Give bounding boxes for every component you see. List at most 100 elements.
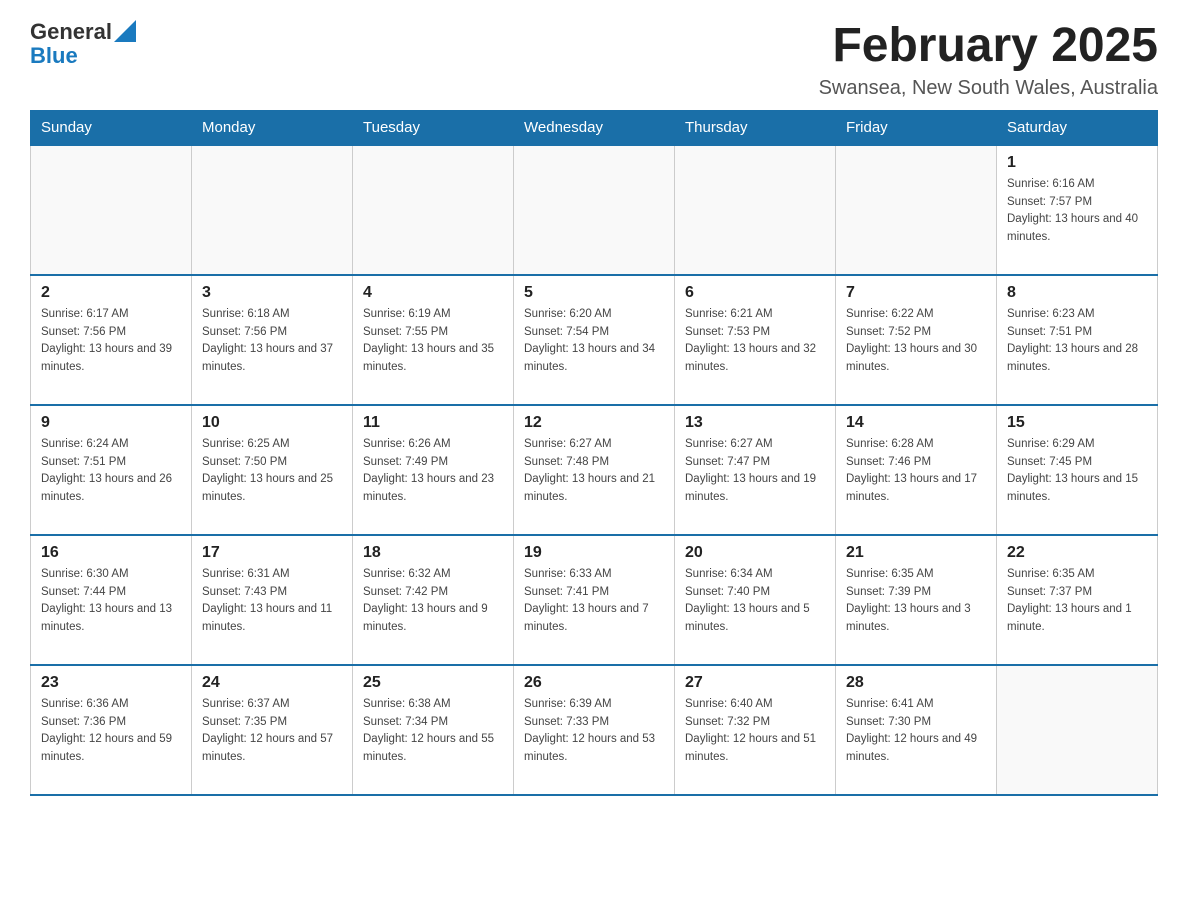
day-info: Sunrise: 6:24 AMSunset: 7:51 PMDaylight:… — [41, 436, 181, 507]
day-info: Sunrise: 6:35 AMSunset: 7:39 PMDaylight:… — [846, 566, 986, 637]
calendar-cell: 14 Sunrise: 6:28 AMSunset: 7:46 PMDayligh… — [836, 405, 997, 535]
calendar-cell — [836, 145, 997, 275]
calendar-cell: 26Sunrise: 6:39 AMSunset: 7:33 PMDayligh… — [514, 665, 675, 795]
calendar-cell: 20 Sunrise: 6:34 AMSunset: 7:40 PMDayligh… — [675, 535, 836, 665]
calendar-cell — [192, 145, 353, 275]
day-number: 23 — [41, 674, 181, 692]
week-row-4: 16 Sunrise: 6:30 AMSunset: 7:44 PMDayligh… — [31, 535, 1158, 665]
calendar-cell: 10 Sunrise: 6:25 AMSunset: 7:50 PMDayligh… — [192, 405, 353, 535]
calendar-cell: 9Sunrise: 6:24 AMSunset: 7:51 PMDaylight… — [31, 405, 192, 535]
calendar-cell: 15 Sunrise: 6:29 AMSunset: 7:45 PMDayligh… — [997, 405, 1158, 535]
day-info: Sunrise: 6:33 AMSunset: 7:41 PMDaylight:… — [524, 566, 664, 637]
weekday-header-monday: Monday — [192, 110, 353, 145]
day-info: Sunrise: 6:38 AMSunset: 7:34 PMDaylight:… — [363, 696, 503, 767]
day-info: Sunrise: 6:36 AMSunset: 7:36 PMDaylight:… — [41, 696, 181, 767]
calendar-cell: 22Sunrise: 6:35 AMSunset: 7:37 PMDayligh… — [997, 535, 1158, 665]
day-number: 24 — [202, 674, 342, 692]
calendar-cell: 23 Sunrise: 6:36 AMSunset: 7:36 PMDayligh… — [31, 665, 192, 795]
calendar-cell — [353, 145, 514, 275]
day-number: 3 — [202, 284, 342, 302]
day-number: 11 — [363, 414, 503, 432]
day-info: Sunrise: 6:25 AMSunset: 7:50 PMDaylight:… — [202, 436, 342, 507]
week-row-1: 1 Sunrise: 6:16 AMSunset: 7:57 PMDaylight… — [31, 145, 1158, 275]
weekday-header-saturday: Saturday — [997, 110, 1158, 145]
calendar-cell: 5 Sunrise: 6:20 AMSunset: 7:54 PMDaylight… — [514, 275, 675, 405]
calendar-cell: 27 Sunrise: 6:40 AMSunset: 7:32 PMDayligh… — [675, 665, 836, 795]
day-number: 26 — [524, 674, 664, 692]
calendar-cell: 17Sunrise: 6:31 AMSunset: 7:43 PMDayligh… — [192, 535, 353, 665]
calendar-cell — [514, 145, 675, 275]
day-number: 4 — [363, 284, 503, 302]
day-number: 20 — [685, 544, 825, 562]
day-info: Sunrise: 6:37 AMSunset: 7:35 PMDaylight:… — [202, 696, 342, 767]
location-title: Swansea, New South Wales, Australia — [819, 77, 1158, 100]
calendar-cell: 13 Sunrise: 6:27 AMSunset: 7:47 PMDayligh… — [675, 405, 836, 535]
day-number: 25 — [363, 674, 503, 692]
week-row-5: 23 Sunrise: 6:36 AMSunset: 7:36 PMDayligh… — [31, 665, 1158, 795]
calendar-cell — [997, 665, 1158, 795]
day-info: Sunrise: 6:16 AMSunset: 7:57 PMDaylight:… — [1007, 176, 1147, 247]
day-info: Sunrise: 6:19 AMSunset: 7:55 PMDaylight:… — [363, 306, 503, 377]
calendar-cell: 11 Sunrise: 6:26 AMSunset: 7:49 PMDayligh… — [353, 405, 514, 535]
day-info: Sunrise: 6:32 AMSunset: 7:42 PMDaylight:… — [363, 566, 503, 637]
day-number: 12 — [524, 414, 664, 432]
week-row-2: 2 Sunrise: 6:17 AMSunset: 7:56 PMDaylight… — [31, 275, 1158, 405]
day-number: 27 — [685, 674, 825, 692]
calendar-cell — [675, 145, 836, 275]
day-number: 13 — [685, 414, 825, 432]
day-info: Sunrise: 6:22 AMSunset: 7:52 PMDaylight:… — [846, 306, 986, 377]
day-info: Sunrise: 6:31 AMSunset: 7:43 PMDaylight:… — [202, 566, 342, 637]
day-number: 10 — [202, 414, 342, 432]
day-number: 18 — [363, 544, 503, 562]
day-info: Sunrise: 6:18 AMSunset: 7:56 PMDaylight:… — [202, 306, 342, 377]
calendar-cell: 2 Sunrise: 6:17 AMSunset: 7:56 PMDaylight… — [31, 275, 192, 405]
day-info: Sunrise: 6:34 AMSunset: 7:40 PMDaylight:… — [685, 566, 825, 637]
calendar-cell: 28Sunrise: 6:41 AMSunset: 7:30 PMDayligh… — [836, 665, 997, 795]
day-number: 1 — [1007, 154, 1147, 172]
day-info: Sunrise: 6:26 AMSunset: 7:49 PMDaylight:… — [363, 436, 503, 507]
day-info: Sunrise: 6:41 AMSunset: 7:30 PMDaylight:… — [846, 696, 986, 767]
day-number: 15 — [1007, 414, 1147, 432]
weekday-header-wednesday: Wednesday — [514, 110, 675, 145]
day-number: 7 — [846, 284, 986, 302]
month-title: February 2025 — [819, 20, 1158, 73]
calendar-cell: 8 Sunrise: 6:23 AMSunset: 7:51 PMDaylight… — [997, 275, 1158, 405]
logo-general: General — [30, 20, 112, 44]
day-info: Sunrise: 6:21 AMSunset: 7:53 PMDaylight:… — [685, 306, 825, 377]
day-number: 5 — [524, 284, 664, 302]
day-info: Sunrise: 6:23 AMSunset: 7:51 PMDaylight:… — [1007, 306, 1147, 377]
day-info: Sunrise: 6:27 AMSunset: 7:47 PMDaylight:… — [685, 436, 825, 507]
logo-blue: Blue — [30, 43, 78, 68]
weekday-header-tuesday: Tuesday — [353, 110, 514, 145]
day-info: Sunrise: 6:27 AMSunset: 7:48 PMDaylight:… — [524, 436, 664, 507]
calendar-cell: 7 Sunrise: 6:22 AMSunset: 7:52 PMDaylight… — [836, 275, 997, 405]
title-section: February 2025 Swansea, New South Wales, … — [819, 20, 1158, 100]
page-header: General Blue February 2025 Swansea, New … — [30, 20, 1158, 100]
weekday-header-thursday: Thursday — [675, 110, 836, 145]
day-number: 8 — [1007, 284, 1147, 302]
calendar-cell: 12 Sunrise: 6:27 AMSunset: 7:48 PMDayligh… — [514, 405, 675, 535]
calendar-cell: 18 Sunrise: 6:32 AMSunset: 7:42 PMDayligh… — [353, 535, 514, 665]
weekday-header-row: SundayMondayTuesdayWednesdayThursdayFrid… — [31, 110, 1158, 145]
calendar-cell: 16 Sunrise: 6:30 AMSunset: 7:44 PMDayligh… — [31, 535, 192, 665]
calendar-table: SundayMondayTuesdayWednesdayThursdayFrid… — [30, 110, 1158, 796]
day-number: 2 — [41, 284, 181, 302]
calendar-cell: 1 Sunrise: 6:16 AMSunset: 7:57 PMDaylight… — [997, 145, 1158, 275]
calendar-cell: 3 Sunrise: 6:18 AMSunset: 7:56 PMDaylight… — [192, 275, 353, 405]
weekday-header-sunday: Sunday — [31, 110, 192, 145]
day-number: 14 — [846, 414, 986, 432]
calendar-cell: 19Sunrise: 6:33 AMSunset: 7:41 PMDayligh… — [514, 535, 675, 665]
day-number: 6 — [685, 284, 825, 302]
day-info: Sunrise: 6:20 AMSunset: 7:54 PMDaylight:… — [524, 306, 664, 377]
day-info: Sunrise: 6:40 AMSunset: 7:32 PMDaylight:… — [685, 696, 825, 767]
day-info: Sunrise: 6:29 AMSunset: 7:45 PMDaylight:… — [1007, 436, 1147, 507]
day-info: Sunrise: 6:28 AMSunset: 7:46 PMDaylight:… — [846, 436, 986, 507]
day-number: 16 — [41, 544, 181, 562]
logo-arrow-icon — [114, 20, 136, 42]
day-info: Sunrise: 6:30 AMSunset: 7:44 PMDaylight:… — [41, 566, 181, 637]
calendar-cell: 25 Sunrise: 6:38 AMSunset: 7:34 PMDayligh… — [353, 665, 514, 795]
calendar-cell: 4 Sunrise: 6:19 AMSunset: 7:55 PMDaylight… — [353, 275, 514, 405]
day-info: Sunrise: 6:17 AMSunset: 7:56 PMDaylight:… — [41, 306, 181, 377]
day-number: 22 — [1007, 544, 1147, 562]
calendar-cell: 24 Sunrise: 6:37 AMSunset: 7:35 PMDayligh… — [192, 665, 353, 795]
